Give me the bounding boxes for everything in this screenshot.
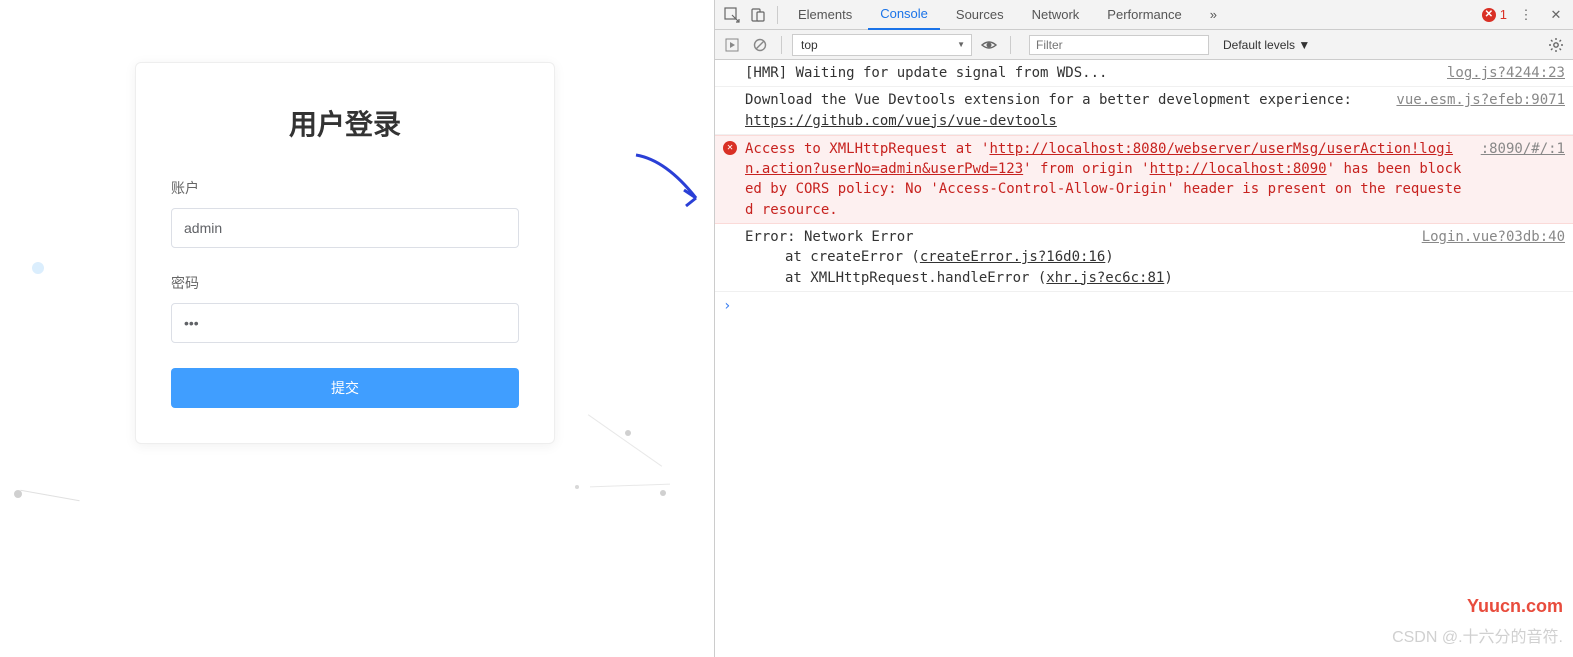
log-text: [HMR] Waiting for update signal from WDS…	[745, 63, 1432, 83]
console-error-row: ✕ Access to XMLHttpRequest at 'http://lo…	[715, 135, 1573, 224]
error-icon: ✕	[1482, 8, 1496, 22]
stack-link[interactable]: createError.js?16d0:16	[920, 249, 1105, 265]
clear-console-icon[interactable]	[749, 34, 771, 56]
error-text: Access to XMLHttpRequest at 'http://loca…	[745, 139, 1466, 220]
error-text: Error: Network Error at createError (cre…	[745, 227, 1407, 288]
separator	[1010, 36, 1011, 54]
separator	[777, 6, 778, 24]
origin-url-link[interactable]: http://localhost:8090	[1150, 161, 1327, 177]
source-link[interactable]: log.js?4244:23	[1432, 63, 1565, 83]
login-card: 用户登录 账户 密码 提交	[135, 62, 555, 444]
tab-performance[interactable]: Performance	[1095, 0, 1193, 30]
filter-input[interactable]	[1029, 35, 1209, 55]
bg-dot	[32, 262, 44, 274]
close-icon[interactable]: ✕	[1545, 4, 1567, 26]
tab-sources[interactable]: Sources	[944, 0, 1016, 30]
bg-dot	[575, 485, 579, 489]
bg-line	[20, 490, 79, 501]
console-toolbar: top Default levels ▼	[715, 30, 1573, 60]
stack-link[interactable]: xhr.js?ec6c:81	[1046, 270, 1164, 286]
app-page: 用户登录 账户 密码 提交	[0, 0, 714, 657]
console-log-row: [HMR] Waiting for update signal from WDS…	[715, 60, 1573, 87]
source-link[interactable]: vue.esm.js?efeb:9071	[1381, 90, 1565, 131]
devtools-panel: Elements Console Sources Network Perform…	[714, 0, 1573, 657]
context-value: top	[801, 38, 818, 52]
console-prompt[interactable]: ›	[715, 292, 1573, 320]
console-error-row: Error: Network Error at createError (cre…	[715, 224, 1573, 292]
login-title: 用户登录	[171, 103, 519, 143]
log-levels-select[interactable]: Default levels ▼	[1223, 38, 1310, 52]
log-text: Download the Vue Devtools extension for …	[745, 90, 1381, 131]
settings-gear-icon[interactable]	[1545, 34, 1567, 56]
external-link[interactable]: https://github.com/vuejs/vue-devtools	[745, 113, 1057, 129]
account-input[interactable]	[171, 208, 519, 248]
context-selector[interactable]: top	[792, 34, 972, 56]
kebab-menu-icon[interactable]: ⋮	[1515, 4, 1537, 26]
devtools-tabstrip: Elements Console Sources Network Perform…	[715, 0, 1573, 30]
source-link[interactable]: Login.vue?03db:40	[1407, 227, 1565, 288]
tab-elements[interactable]: Elements	[786, 0, 864, 30]
password-input[interactable]	[171, 303, 519, 343]
console-log-row: Download the Vue Devtools extension for …	[715, 87, 1573, 135]
bg-line	[590, 484, 670, 488]
watermark: CSDN @.十六分的音符.	[1392, 623, 1563, 647]
inspect-icon[interactable]	[721, 4, 743, 26]
tab-network[interactable]: Network	[1020, 0, 1092, 30]
error-count: 1	[1500, 7, 1507, 22]
device-toggle-icon[interactable]	[747, 4, 769, 26]
submit-button[interactable]: 提交	[171, 368, 519, 408]
bg-dot	[14, 490, 22, 498]
play-icon[interactable]	[721, 34, 743, 56]
error-count-badge[interactable]: ✕ 1	[1482, 7, 1507, 22]
console-body[interactable]: [HMR] Waiting for update signal from WDS…	[715, 60, 1573, 320]
tab-more[interactable]: »	[1198, 0, 1229, 30]
live-expression-icon[interactable]	[978, 34, 1000, 56]
separator	[781, 36, 782, 54]
source-link[interactable]: :8090/#/:1	[1466, 139, 1565, 220]
bg-dot	[660, 490, 666, 496]
password-label: 密码	[171, 273, 519, 293]
bg-dot	[625, 430, 631, 436]
error-icon: ✕	[723, 141, 737, 155]
watermark: Yuucn.com	[1467, 596, 1563, 617]
tab-console[interactable]: Console	[868, 0, 940, 30]
account-label: 账户	[171, 178, 519, 198]
bg-line	[588, 414, 662, 466]
